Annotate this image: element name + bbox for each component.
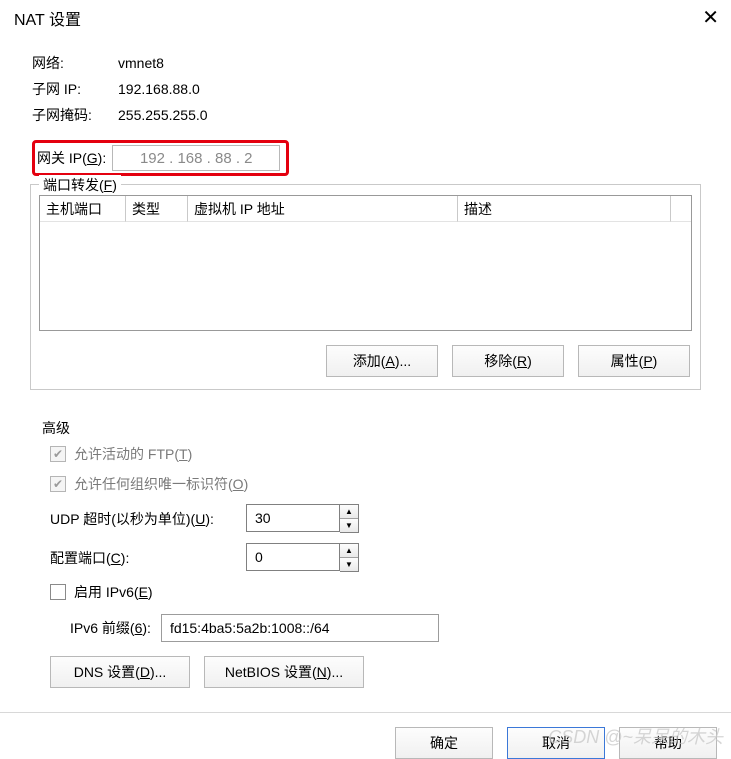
checkbox-icon[interactable]: ✔ [50, 584, 66, 600]
adv-ipv6-checkrow[interactable]: ✔ 启用 IPv6(E) [50, 582, 689, 602]
subnet-ip-value: 192.168.88.0 [118, 81, 200, 97]
port-forwarding-group: 端口转发(F) 主机端口 类型 虚拟机 IP 地址 描述 添加(A)... 移除… [30, 184, 701, 390]
subnet-mask-label: 子网掩码: [32, 105, 118, 125]
adv-uid-checkrow[interactable]: ✔ 允许任何组织唯一标识符(O) [50, 474, 689, 494]
adv-ipv6-prefix-label: IPv6 前缀(6): [70, 618, 151, 638]
cancel-button[interactable]: 取消 [507, 727, 605, 759]
adv-udp-row: UDP 超时(以秒为单位)(U): ▲ ▼ [50, 504, 689, 533]
pf-th-vmip[interactable]: 虚拟机 IP 地址 [188, 196, 458, 222]
adv-ipv6-prefix-input[interactable] [161, 614, 439, 642]
pf-th-hostport[interactable]: 主机端口 [40, 196, 126, 222]
dns-settings-button[interactable]: DNS 设置(D)... [50, 656, 190, 688]
subnet-ip-label: 子网 IP: [32, 79, 118, 99]
adv-cfg-input[interactable] [246, 543, 340, 571]
adv-subbuttons: DNS 设置(D)... NetBIOS 设置(N)... [50, 656, 689, 688]
spinner-down-icon[interactable]: ▼ [340, 558, 358, 572]
adv-legend: 高级 [42, 420, 70, 440]
help-button[interactable]: 帮助 [619, 727, 717, 759]
gateway-label: 网关 IP(G): [37, 148, 106, 168]
adv-udp-label: UDP 超时(以秒为单位)(U): [50, 509, 246, 529]
spinner-up-icon[interactable]: ▲ [340, 505, 358, 519]
pf-th-desc[interactable]: 描述 [458, 196, 671, 222]
footer-buttons: 确定 取消 帮助 [0, 713, 731, 759]
window-title: NAT 设置 [14, 6, 81, 30]
content-area: 网络: vmnet8 子网 IP: 192.168.88.0 子网掩码: 255… [0, 36, 731, 696]
close-icon[interactable]: ✕ [702, 8, 719, 28]
adv-cfg-row: 配置端口(C): ▲ ▼ [50, 543, 689, 572]
network-value: vmnet8 [118, 55, 164, 71]
adv-uid-label: 允许任何组织唯一标识符(O) [74, 474, 248, 494]
gateway-ip-input[interactable]: 192 . 168 . 88 . 2 [112, 145, 280, 171]
checkbox-icon[interactable]: ✔ [50, 446, 66, 462]
pf-button-row: 添加(A)... 移除(R) 属性(P) [39, 341, 692, 381]
adv-ipv6-prefix-row: IPv6 前缀(6): [70, 614, 689, 642]
pf-remove-button[interactable]: 移除(R) [452, 345, 564, 377]
subnet-mask-value: 255.255.255.0 [118, 107, 208, 123]
gateway-highlight-box: 网关 IP(G): 192 . 168 . 88 . 2 [32, 140, 289, 176]
ok-button[interactable]: 确定 [395, 727, 493, 759]
adv-ipv6-label: 启用 IPv6(E) [74, 582, 153, 602]
pf-props-button[interactable]: 属性(P) [578, 345, 690, 377]
network-info: 网络: vmnet8 子网 IP: 192.168.88.0 子网掩码: 255… [32, 50, 717, 128]
pf-th-type[interactable]: 类型 [126, 196, 188, 222]
adv-udp-input[interactable] [246, 504, 340, 532]
pf-header-row: 主机端口 类型 虚拟机 IP 地址 描述 [40, 196, 691, 222]
adv-udp-spinner[interactable]: ▲ ▼ [246, 504, 359, 533]
adv-ftp-checkrow[interactable]: ✔ 允许活动的 FTP(T) [50, 444, 689, 464]
pf-th-last[interactable] [671, 196, 691, 222]
pf-legend: 端口转发(F) [39, 175, 121, 195]
adv-ftp-label: 允许活动的 FTP(T) [74, 444, 192, 464]
adv-cfg-spinner[interactable]: ▲ ▼ [246, 543, 359, 572]
netbios-settings-button[interactable]: NetBIOS 设置(N)... [204, 656, 364, 688]
checkbox-icon[interactable]: ✔ [50, 476, 66, 492]
spinner-up-icon[interactable]: ▲ [340, 544, 358, 558]
title-bar: NAT 设置 ✕ [0, 0, 731, 36]
pf-table[interactable]: 主机端口 类型 虚拟机 IP 地址 描述 [39, 195, 692, 331]
gateway-row: 网关 IP(G): 192 . 168 . 88 . 2 [32, 140, 717, 176]
adv-cfg-label: 配置端口(C): [50, 548, 246, 568]
pf-add-button[interactable]: 添加(A)... [326, 345, 438, 377]
network-label: 网络: [32, 53, 118, 73]
spinner-down-icon[interactable]: ▼ [340, 519, 358, 533]
advanced-group: 高级 ✔ 允许活动的 FTP(T) ✔ 允许任何组织唯一标识符(O) UDP 超… [30, 408, 701, 696]
